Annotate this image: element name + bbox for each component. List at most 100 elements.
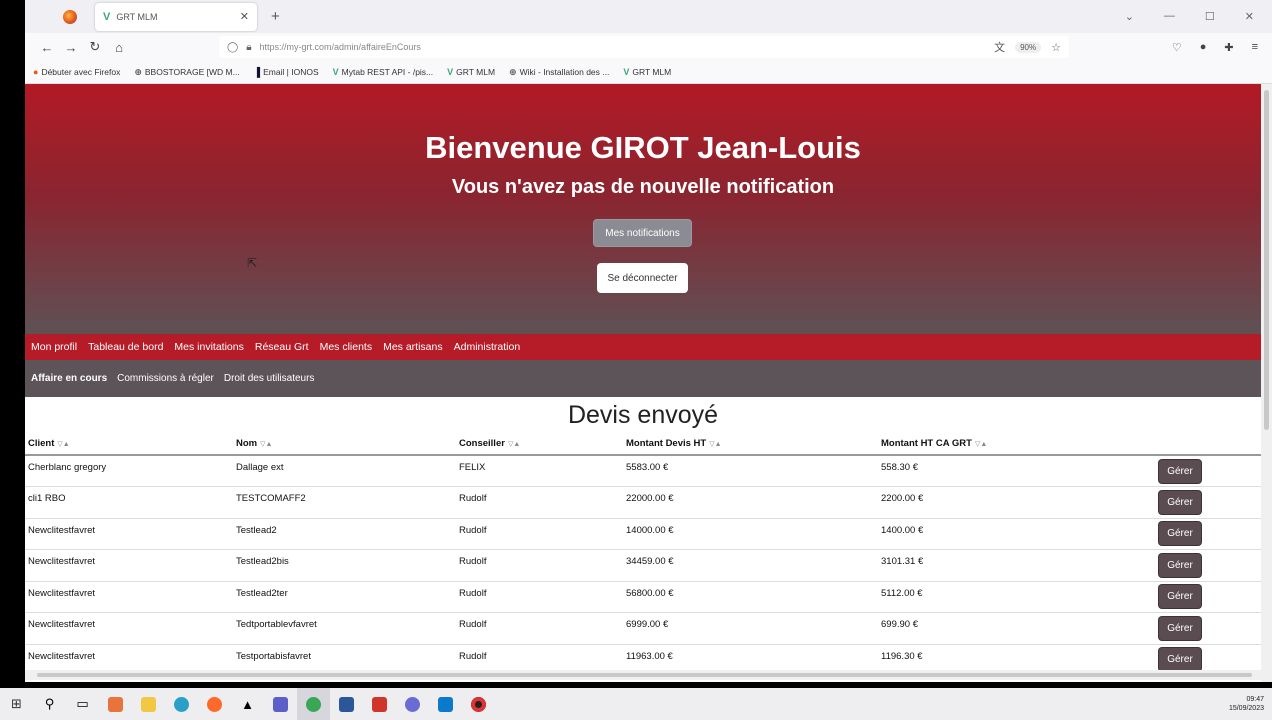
table-cell: 558.30 € bbox=[878, 455, 1156, 487]
gerer-button[interactable]: Gérer bbox=[1159, 585, 1201, 609]
recording-icon[interactable] bbox=[462, 688, 495, 720]
sort-icon[interactable]: ▽▲ bbox=[57, 441, 69, 448]
menu-icon[interactable]: ≡ bbox=[1252, 41, 1258, 54]
table-cell: Rudolf bbox=[456, 518, 623, 550]
main-nav-item[interactable]: Administration bbox=[454, 341, 521, 353]
account-icon[interactable]: ● bbox=[1200, 41, 1207, 54]
column-header-label: Nom bbox=[236, 438, 258, 449]
clock-date: 15/09/2023 bbox=[1228, 705, 1264, 712]
column-header[interactable]: Nom ▽▲ bbox=[233, 433, 456, 456]
home-icon[interactable]: ⌂ bbox=[107, 40, 131, 55]
vue-icon: V bbox=[447, 67, 454, 77]
table-cell: TESTCOMAFF2 bbox=[233, 486, 456, 519]
column-header-actions bbox=[1156, 433, 1261, 456]
table-cell: cli1 RBO bbox=[25, 486, 233, 519]
column-header-label: Client bbox=[28, 438, 55, 449]
word-icon[interactable] bbox=[330, 688, 363, 720]
vlc-icon[interactable]: ▲ bbox=[231, 688, 264, 720]
sort-icon[interactable]: ▽▲ bbox=[975, 441, 987, 448]
main-nav: Mon profil Tableau de bord Mes invitations… bbox=[25, 334, 1261, 360]
gerer-button[interactable]: Gérer bbox=[1159, 522, 1201, 546]
close-window-icon[interactable]: ✕ bbox=[1245, 10, 1254, 23]
table-cell: Newclitestfavret bbox=[25, 581, 233, 613]
notifications-button[interactable]: Mes notifications bbox=[593, 219, 692, 247]
browser-chrome: V GRT MLM ✕ + ⌄ — ☐ ✕ ← → ↻ ⌂ ◯ 🔒︎ https… bbox=[25, 0, 1272, 84]
app-icon-orange[interactable] bbox=[99, 688, 132, 720]
new-tab-icon[interactable]: + bbox=[271, 8, 280, 25]
table-cell: Rudolf bbox=[456, 612, 623, 645]
shield-icon[interactable]: ◯ bbox=[227, 42, 238, 53]
minimize-icon[interactable]: — bbox=[1164, 10, 1175, 23]
subnav-droit-utilisateurs[interactable]: Droit des utilisateurs bbox=[224, 373, 315, 384]
vertical-scrollbar[interactable] bbox=[1261, 84, 1272, 682]
mouse-cursor-icon: ⇱ bbox=[247, 256, 258, 270]
bookmark-item[interactable]: ⊕ BBOSTORAGE [WD M... bbox=[134, 67, 239, 78]
gerer-button[interactable]: Gérer bbox=[1159, 553, 1201, 577]
main-nav-item[interactable]: Tableau de bord bbox=[88, 341, 163, 353]
firefox-icon[interactable] bbox=[198, 688, 231, 720]
gerer-button[interactable]: Gérer bbox=[1159, 648, 1201, 672]
windows-start-icon[interactable]: ⊞ bbox=[0, 688, 33, 720]
main-nav-item[interactable]: Mes artisans bbox=[383, 341, 443, 353]
translate-icon[interactable]: 文 bbox=[994, 39, 1005, 55]
gerer-button[interactable]: Gérer bbox=[1159, 459, 1201, 483]
sort-icon[interactable]: ▽▲ bbox=[260, 441, 272, 448]
main-nav-item[interactable]: Réseau Grt bbox=[255, 341, 309, 353]
url-text[interactable]: https://my-grt.com/admin/affaireEnCours bbox=[260, 42, 421, 52]
logout-button[interactable]: Se déconnecter bbox=[597, 263, 688, 293]
table-cell: 14000.00 € bbox=[623, 518, 878, 550]
chrome-icon[interactable] bbox=[297, 688, 330, 720]
table-cell-action: Gérer bbox=[1156, 549, 1261, 582]
sort-icon[interactable]: ▽▲ bbox=[508, 441, 520, 448]
search-icon[interactable]: ⚲ bbox=[33, 688, 66, 720]
task-view-icon[interactable]: ▭ bbox=[66, 688, 99, 720]
firefox-view-icon[interactable] bbox=[63, 9, 77, 24]
subnav-commissions[interactable]: Commissions à régler bbox=[117, 373, 214, 384]
bookmark-item[interactable]: ● Débuter avec Firefox bbox=[33, 67, 120, 77]
column-header[interactable]: Montant HT CA GRT ▽▲ bbox=[878, 433, 1156, 456]
main-nav-item[interactable]: Mon profil bbox=[31, 341, 77, 353]
bookmark-item[interactable]: ⊕ Wiki - Installation des ... bbox=[509, 67, 609, 78]
subnav-affaire-en-cours[interactable]: Affaire en cours bbox=[31, 373, 107, 384]
table-cell: Testlead2ter bbox=[233, 581, 456, 613]
maximize-icon[interactable]: ☐ bbox=[1205, 10, 1215, 23]
windows-taskbar: ⊞ ⚲ ▭ ▲ 09:47 15/09/2023 bbox=[0, 688, 1272, 720]
pocket-icon[interactable]: ♡ bbox=[1172, 41, 1182, 54]
teams-icon[interactable] bbox=[264, 688, 297, 720]
system-clock[interactable]: 09:47 15/09/2023 bbox=[1229, 695, 1272, 713]
vscode-icon[interactable] bbox=[429, 688, 462, 720]
horizontal-scrollbar[interactable] bbox=[25, 670, 1261, 680]
close-tab-icon[interactable]: ✕ bbox=[240, 10, 249, 23]
main-nav-item[interactable]: Mes clients bbox=[320, 341, 373, 353]
zoom-level[interactable]: 90% bbox=[1015, 41, 1042, 53]
column-header[interactable]: Client ▽▲ bbox=[25, 433, 233, 456]
vue-icon: V bbox=[332, 67, 339, 77]
main-nav-item[interactable]: Mes invitations bbox=[174, 341, 243, 353]
column-header[interactable]: Conseiller ▽▲ bbox=[456, 433, 623, 456]
reload-icon[interactable]: ↻ bbox=[83, 39, 107, 55]
column-header-label: Montant Devis HT bbox=[626, 438, 707, 449]
gerer-button[interactable]: Gérer bbox=[1159, 490, 1201, 514]
bookmark-item[interactable]: V GRT MLM bbox=[447, 67, 495, 77]
column-header[interactable]: Montant Devis HT ▽▲ bbox=[623, 433, 878, 456]
bookmark-item[interactable]: ▐ Email | IONOS bbox=[254, 67, 319, 77]
lock-icon[interactable]: 🔒︎ bbox=[246, 42, 251, 53]
forward-icon[interactable]: → bbox=[59, 40, 83, 55]
browser-tab[interactable]: V GRT MLM ✕ bbox=[95, 2, 257, 31]
table-row: Newclitestfavret Tedtportablevfavret Rudol… bbox=[25, 612, 1261, 645]
chrome-profile-icon[interactable] bbox=[396, 688, 429, 720]
hero-banner: Bienvenue GIROT Jean-Louis Vous n'avez p… bbox=[25, 84, 1261, 334]
bookmark-label: Mytab REST API - /pis... bbox=[341, 67, 434, 77]
gerer-button[interactable]: Gérer bbox=[1159, 616, 1201, 640]
acrobat-icon[interactable] bbox=[363, 688, 396, 720]
url-bar[interactable]: ◯ 🔒︎ https://my-grt.com/admin/affaireEnC… bbox=[219, 36, 1069, 58]
edge-icon[interactable] bbox=[165, 688, 198, 720]
sort-icon[interactable]: ▽▲ bbox=[709, 441, 721, 448]
back-icon[interactable]: ← bbox=[35, 40, 59, 55]
file-explorer-icon[interactable] bbox=[132, 688, 165, 720]
chevron-down-icon[interactable]: ⌄ bbox=[1125, 10, 1134, 23]
extensions-icon[interactable]: ✚ bbox=[1224, 41, 1233, 54]
bookmark-item[interactable]: V GRT MLM bbox=[623, 67, 671, 77]
bookmark-item[interactable]: V Mytab REST API - /pis... bbox=[333, 67, 434, 77]
star-icon[interactable]: ☆ bbox=[1051, 41, 1061, 54]
